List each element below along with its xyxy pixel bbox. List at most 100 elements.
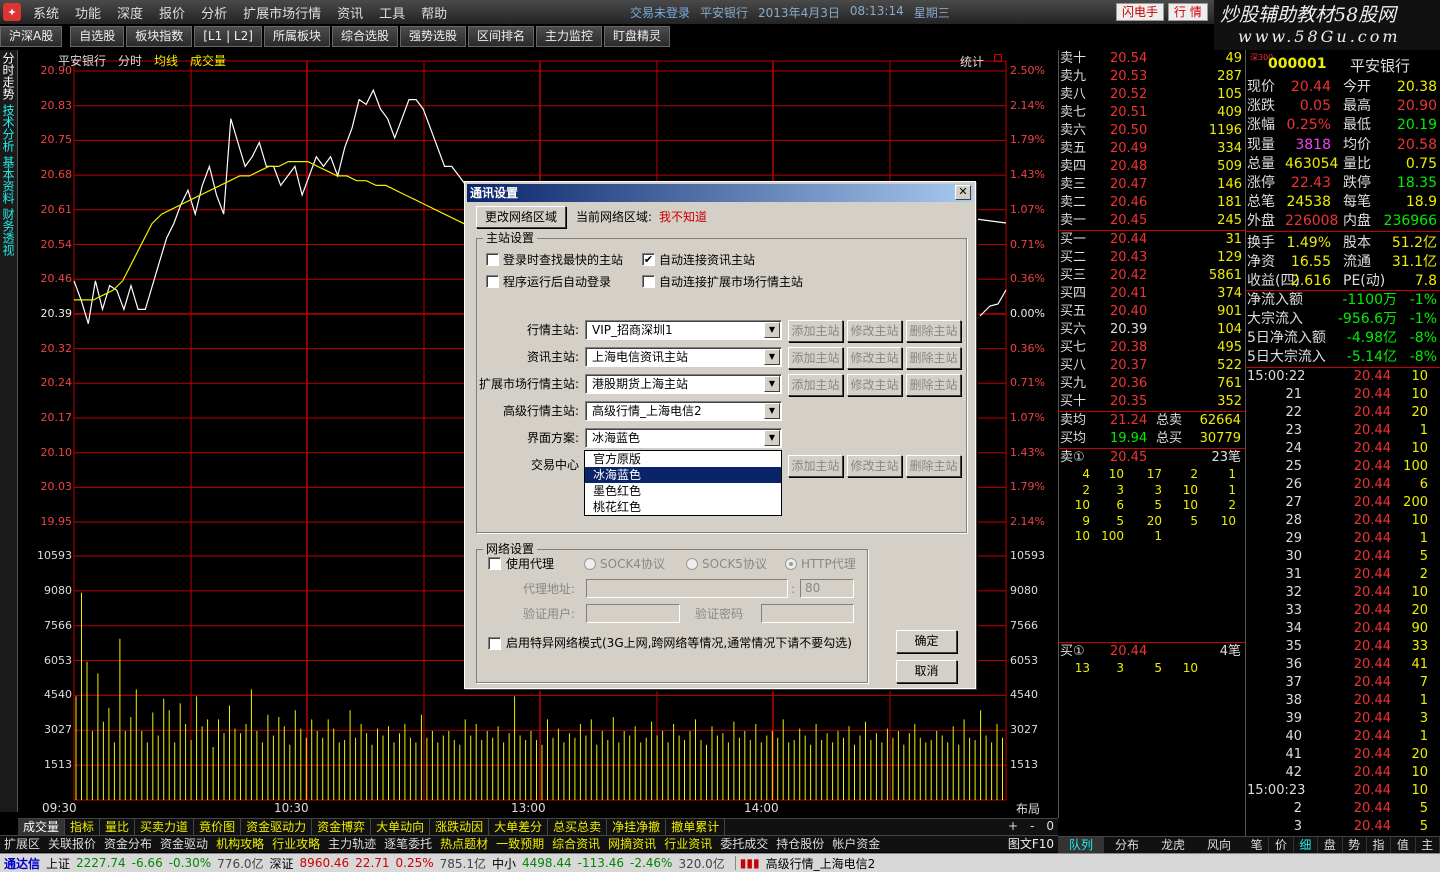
indicator-tab-1[interactable]: 指标 xyxy=(65,819,101,835)
skin-option-official[interactable]: 官方原版 xyxy=(585,451,781,467)
sell-row[interactable]: 卖八 20.52 105 xyxy=(1060,86,1243,104)
ext-tab-f10[interactable]: 图文F10 xyxy=(1004,836,1058,852)
chart-stat-button[interactable]: 统计 xyxy=(960,53,984,70)
tick-row[interactable]: 33 20.44 20 xyxy=(1247,602,1440,620)
tick-row[interactable]: 21 20.44 10 xyxy=(1247,386,1440,404)
chart-stat-checkbox[interactable] xyxy=(994,54,1002,62)
ext-tab-8[interactable]: 热点题材 xyxy=(436,836,492,852)
indicator-tab-6[interactable]: 资金博弈 xyxy=(312,819,372,835)
buy-row[interactable]: 买八 20.37 522 xyxy=(1060,357,1243,375)
tick-row[interactable]: 28 20.44 10 xyxy=(1247,512,1440,530)
buy-row[interactable]: 买一 20.44 31 xyxy=(1060,231,1243,249)
tick-row[interactable]: 27 20.44 200 xyxy=(1247,494,1440,512)
ob-tab-dragon[interactable]: 龙虎 xyxy=(1150,837,1196,853)
hq-delete-button[interactable]: 删除主站 xyxy=(906,320,961,342)
hq-edit-button[interactable]: 修改主站 xyxy=(847,320,902,342)
buy-row[interactable]: 买十 20.35 352 xyxy=(1060,393,1243,411)
chevron-down-icon[interactable]: ▼ xyxy=(764,322,780,338)
ext-tab-14[interactable]: 持仓股份 xyxy=(772,836,828,852)
ext-tab-9[interactable]: 一致预期 xyxy=(492,836,548,852)
chk-fastest-station[interactable] xyxy=(486,253,499,266)
zoom-reset-button[interactable]: 0 xyxy=(1046,819,1054,833)
skin-select[interactable]: 冰海蓝色 ▼ xyxy=(585,428,782,448)
indicator-tab-4[interactable]: 竟价图 xyxy=(194,819,242,835)
buy-row[interactable]: 买六 20.39 104 xyxy=(1060,321,1243,339)
indicator-tab-volume[interactable]: 成交量 xyxy=(18,819,66,835)
tick-row[interactable]: 31 20.44 2 xyxy=(1247,566,1440,584)
sell-row[interactable]: 卖二 20.46 181 xyxy=(1060,194,1243,212)
sell-row[interactable]: 卖六 20.50 1196 xyxy=(1060,122,1243,140)
tick-row[interactable]: 32 20.44 10 xyxy=(1247,584,1440,602)
buy-row[interactable]: 买二 20.43 129 xyxy=(1060,249,1243,267)
tick-row[interactable]: 29 20.44 1 xyxy=(1247,530,1440,548)
indicator-tab-10[interactable]: 总买总卖 xyxy=(548,819,608,835)
chk-special-network[interactable] xyxy=(488,637,501,650)
skin-option-peach-red[interactable]: 桃花红色 xyxy=(585,499,781,515)
quote-tab-0[interactable]: 笔 xyxy=(1245,837,1270,853)
tick-row[interactable]: 37 20.44 7 xyxy=(1247,674,1440,692)
quote-tab-7[interactable]: 主 xyxy=(1416,837,1440,853)
tick-row[interactable]: 22 20.44 20 xyxy=(1247,404,1440,422)
chevron-down-icon[interactable]: ▼ xyxy=(764,403,780,419)
cancel-button[interactable]: 取消 xyxy=(896,660,957,683)
chevron-down-icon[interactable]: ▼ xyxy=(764,376,780,392)
ext-tab-6[interactable]: 主力轨迹 xyxy=(324,836,380,852)
ok-button[interactable]: 确定 xyxy=(896,630,957,653)
indicator-tab-9[interactable]: 大单差分 xyxy=(489,819,549,835)
radio-http[interactable] xyxy=(785,558,797,570)
chevron-down-icon[interactable]: ▼ xyxy=(764,430,780,446)
tick-row[interactable]: 30 20.44 5 xyxy=(1247,548,1440,566)
tick-row[interactable]: 26 20.44 6 xyxy=(1247,476,1440,494)
ext-station-select[interactable]: 港股期货上海主站 ▼ xyxy=(585,374,782,394)
indicator-tab-5[interactable]: 资金驱动力 xyxy=(241,819,313,835)
tick-row[interactable]: 41 20.44 20 xyxy=(1247,746,1440,764)
ext-tab-7[interactable]: 逐笔委托 xyxy=(380,836,436,852)
tick-row[interactable]: 15:00:23 20.44 10 xyxy=(1247,782,1440,800)
indicator-tab-3[interactable]: 买卖力道 xyxy=(135,819,195,835)
sell-row[interactable]: 卖五 20.49 334 xyxy=(1060,140,1243,158)
chk-auto-ext[interactable] xyxy=(642,275,655,288)
quote-tab-5[interactable]: 指 xyxy=(1367,837,1392,853)
skin-option-ice-blue[interactable]: 冰海蓝色 xyxy=(585,467,781,483)
chk-auto-news[interactable]: ✔ xyxy=(642,253,655,266)
news-station-select[interactable]: 上海电信资讯主站 ▼ xyxy=(585,347,782,367)
tick-row[interactable]: 25 20.44 100 xyxy=(1247,458,1440,476)
buy-row[interactable]: 买四 20.41 374 xyxy=(1060,285,1243,303)
skin-option-ink-red[interactable]: 墨色红色 xyxy=(585,483,781,499)
adv-station-select[interactable]: 高级行情_上海电信2 ▼ xyxy=(585,401,782,421)
sell-row[interactable]: 卖九 20.53 287 xyxy=(1060,68,1243,86)
quote-tab-3[interactable]: 盘 xyxy=(1318,837,1343,853)
close-icon[interactable]: ✕ xyxy=(955,185,971,200)
zoom-plus-button[interactable]: + xyxy=(1008,819,1018,833)
trade-add-button[interactable]: 添加主站 xyxy=(788,455,843,477)
proxy-address-input[interactable] xyxy=(586,579,788,598)
proxy-port-input[interactable]: 80 xyxy=(800,579,854,598)
hq-add-button[interactable]: 添加主站 xyxy=(788,320,843,342)
tick-row[interactable]: 36 20.44 41 xyxy=(1247,656,1440,674)
ext-tab-area[interactable]: 扩展区 xyxy=(0,836,44,852)
ext-tab-2[interactable]: 资金分布 xyxy=(100,836,156,852)
quote-tab-4[interactable]: 势 xyxy=(1343,837,1367,853)
sell-row[interactable]: 卖七 20.51 409 xyxy=(1060,104,1243,122)
tick-row[interactable]: 39 20.44 3 xyxy=(1247,710,1440,728)
ob-tab-queue[interactable]: 队列 xyxy=(1058,837,1104,853)
tick-row[interactable]: 42 20.44 10 xyxy=(1247,764,1440,782)
quote-tab-2[interactable]: 细 xyxy=(1294,837,1319,853)
ext-tab-10[interactable]: 综合资讯 xyxy=(548,836,604,852)
status-app-name[interactable]: 通达信 xyxy=(4,855,40,872)
indicator-tab-11[interactable]: 净挂净撤 xyxy=(607,819,667,835)
trade-edit-button[interactable]: 修改主站 xyxy=(847,455,902,477)
sell-row[interactable]: 卖四 20.48 509 xyxy=(1060,158,1243,176)
ext-tab-13[interactable]: 委托成交 xyxy=(716,836,772,852)
chevron-down-icon[interactable]: ▼ xyxy=(764,349,780,365)
change-region-button[interactable]: 更改网络区域 xyxy=(476,206,566,228)
quote-tab-6[interactable]: 值 xyxy=(1391,837,1416,853)
chk-use-proxy[interactable] xyxy=(488,557,501,570)
ext-tab-12[interactable]: 行业资讯 xyxy=(660,836,716,852)
tick-row[interactable]: 15:00:22 20.44 10 xyxy=(1247,368,1440,386)
ext-delete-button[interactable]: 删除主站 xyxy=(906,374,961,396)
tick-row[interactable]: 23 20.44 1 xyxy=(1247,422,1440,440)
ext-tab-4[interactable]: 机构攻略 xyxy=(212,836,268,852)
ext-edit-button[interactable]: 修改主站 xyxy=(847,374,902,396)
ext-add-button[interactable]: 添加主站 xyxy=(788,374,843,396)
